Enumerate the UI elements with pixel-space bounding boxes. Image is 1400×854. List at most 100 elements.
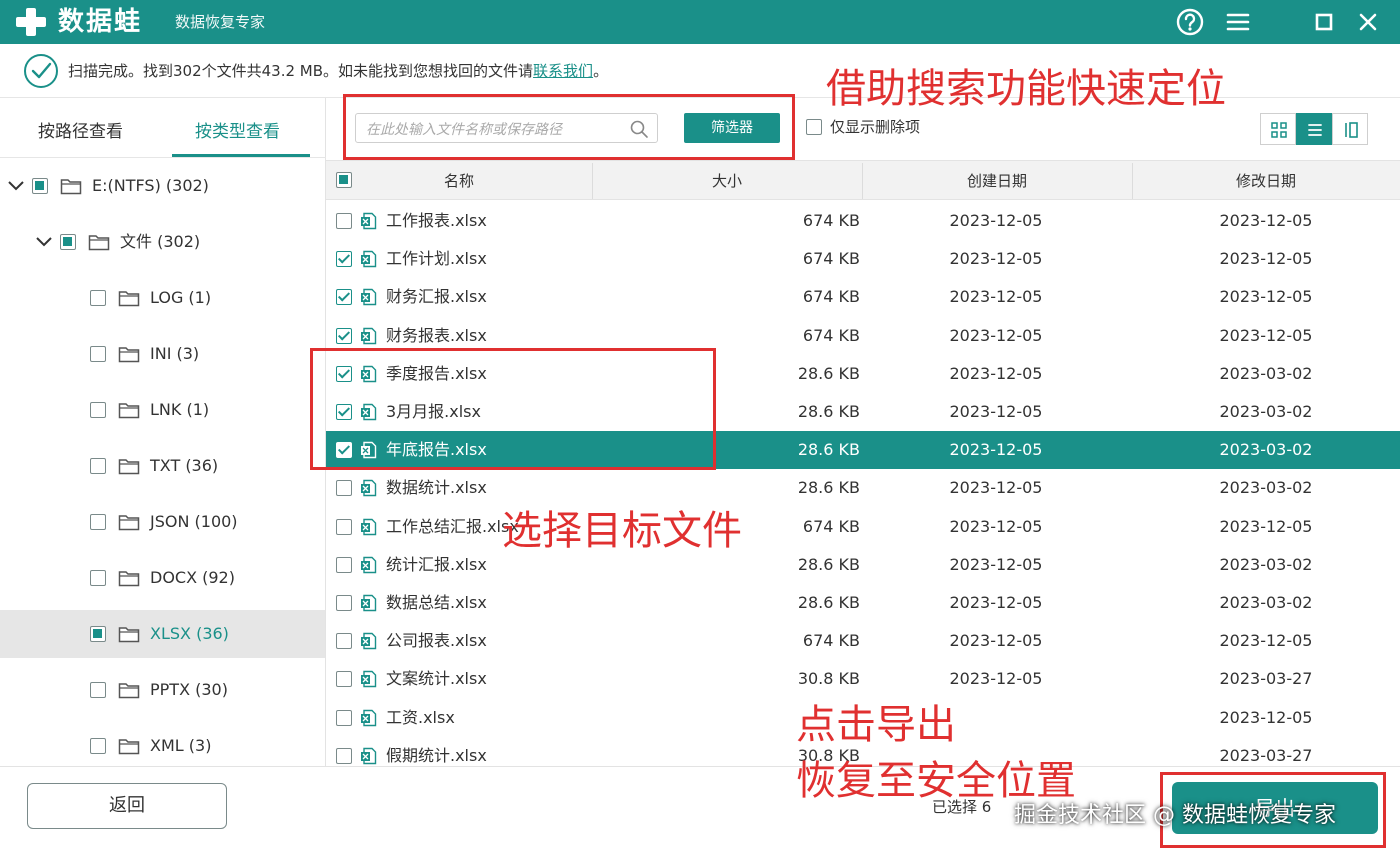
column-created[interactable]: 创建日期 xyxy=(862,161,1132,201)
row-checkbox[interactable] xyxy=(336,327,352,344)
tree-item[interactable]: JSON (100) xyxy=(0,498,325,546)
column-name[interactable]: 名称 xyxy=(326,161,592,201)
tree-item[interactable]: PPTX (30) xyxy=(0,666,325,714)
tree-item[interactable]: XLSX (36) xyxy=(0,610,325,658)
close-button[interactable] xyxy=(1352,6,1384,38)
table-row[interactable]: 公司报表.xlsx 674 KB 2023-12-05 2023-12-05 xyxy=(326,622,1400,660)
row-checkbox[interactable] xyxy=(336,633,352,650)
search-icon[interactable] xyxy=(629,119,649,139)
file-size: 28.6 KB xyxy=(797,593,860,612)
table-row[interactable]: 财务汇报.xlsx 674 KB 2023-12-05 2023-12-05 xyxy=(326,278,1400,316)
tree-item-checkbox[interactable] xyxy=(90,626,106,642)
folder-icon xyxy=(118,403,140,419)
column-view-button[interactable] xyxy=(1332,113,1368,145)
file-created-date: 2023-12-05 xyxy=(949,669,1043,689)
back-button[interactable]: 返回 xyxy=(27,783,227,829)
tree-item-checkbox[interactable] xyxy=(90,570,106,586)
table-row[interactable]: 工作计划.xlsx 674 KB 2023-12-05 2023-12-05 xyxy=(326,240,1400,278)
tree-item-checkbox[interactable] xyxy=(90,738,106,754)
row-checkbox[interactable] xyxy=(336,289,352,306)
table-row[interactable]: 季度报告.xlsx 28.6 KB 2023-12-05 2023-03-02 xyxy=(326,355,1400,393)
table-row[interactable]: 财务报表.xlsx 674 KB 2023-12-05 2023-12-05 xyxy=(326,317,1400,355)
file-size: 30.8 KB xyxy=(797,669,860,689)
tree-item[interactable]: LOG (1) xyxy=(0,274,325,322)
title-bar: 数据蛙 数据恢复专家 xyxy=(0,0,1400,44)
watermark: 掘金技术社区 @ 数据蛙恢复专家 xyxy=(1014,803,1336,828)
folder-icon xyxy=(118,515,140,531)
table-row[interactable]: 数据总结.xlsx 28.6 KB 2023-12-05 2023-03-02 xyxy=(326,584,1400,622)
row-checkbox[interactable] xyxy=(336,671,352,688)
excel-file-icon xyxy=(361,250,377,268)
tree-item-checkbox[interactable] xyxy=(32,178,48,194)
table-row[interactable]: 统计汇报.xlsx 28.6 KB 2023-12-05 2023-03-02 xyxy=(326,546,1400,584)
menu-button[interactable] xyxy=(1222,6,1254,38)
tree-item[interactable]: 文件 (302) xyxy=(0,218,325,266)
row-checkbox[interactable] xyxy=(336,251,352,268)
tree-item-checkbox[interactable] xyxy=(90,402,106,418)
chevron-down-icon[interactable] xyxy=(6,176,26,196)
column-view-icon xyxy=(1345,122,1358,138)
app-logo-icon xyxy=(14,6,48,38)
row-checkbox[interactable] xyxy=(336,365,352,382)
tree-item[interactable]: E:(NTFS) (302) xyxy=(0,162,325,210)
file-created-date: 2023-12-05 xyxy=(949,249,1043,269)
row-checkbox[interactable] xyxy=(336,518,352,535)
left-panel: 按路径查看 按类型查看 E:(NTFS) (302) 文件 (302) LOG (1… xyxy=(0,98,326,766)
grid-view-button[interactable] xyxy=(1260,113,1296,145)
file-size: 28.6 KB xyxy=(797,363,860,383)
row-checkbox[interactable] xyxy=(336,404,352,420)
file-size: 28.6 KB xyxy=(797,440,860,460)
list-view-icon xyxy=(1308,124,1322,136)
chevron-down-icon[interactable] xyxy=(34,232,54,252)
tree-item-checkbox[interactable] xyxy=(90,290,106,306)
tree-item-label: JSON (100) xyxy=(150,512,238,531)
file-size: 674 KB xyxy=(802,516,860,536)
file-created-date: 2023-12-05 xyxy=(949,554,1043,574)
tree-item[interactable]: XML (3) xyxy=(0,722,325,770)
contact-us-link[interactable]: 联系我们 xyxy=(533,62,593,80)
tree-item[interactable]: LNK (1) xyxy=(0,386,325,434)
table-row[interactable]: 文案统计.xlsx 30.8 KB 2023-12-05 2023-03-27 xyxy=(326,660,1400,698)
row-checkbox[interactable] xyxy=(336,556,352,573)
table-row[interactable]: 数据统计.xlsx 28.6 KB 2023-12-05 2023-03-02 xyxy=(326,469,1400,507)
row-checkbox[interactable] xyxy=(336,747,352,764)
file-size: 674 KB xyxy=(802,325,860,345)
tree-item-checkbox[interactable] xyxy=(90,346,106,362)
tree-item-checkbox[interactable] xyxy=(90,458,106,474)
excel-file-icon xyxy=(361,747,377,764)
file-size: 674 KB xyxy=(802,249,860,269)
file-modified-date: 2023-12-05 xyxy=(1219,707,1313,727)
row-checkbox[interactable] xyxy=(336,595,352,611)
row-checkbox[interactable] xyxy=(336,709,352,726)
app-name: 数据蛙 xyxy=(58,7,143,37)
table-row[interactable]: 3月月报.xlsx 28.6 KB 2023-12-05 2023-03-02 xyxy=(326,393,1400,431)
table-row[interactable]: 工资.xlsx 2023-12-05 xyxy=(326,699,1400,737)
tree-item[interactable]: INI (3) xyxy=(0,330,325,378)
filter-button[interactable]: 筛选器 xyxy=(684,113,780,143)
tree-item-checkbox[interactable] xyxy=(60,234,76,250)
file-modified-date: 2023-03-02 xyxy=(1219,402,1313,421)
table-row[interactable]: 工作总结汇报.xlsx 674 KB 2023-12-05 2023-12-05 xyxy=(326,508,1400,546)
search-input[interactable] xyxy=(366,118,626,140)
tree-item-label: XLSX (36) xyxy=(150,624,229,643)
table-row[interactable]: 年底报告.xlsx 28.6 KB 2023-12-05 2023-03-02 xyxy=(326,431,1400,470)
table-row[interactable]: 工作报表.xlsx 674 KB 2023-12-05 2023-12-05 xyxy=(326,202,1400,240)
column-modified[interactable]: 修改日期 xyxy=(1132,161,1400,201)
list-view-button[interactable] xyxy=(1296,113,1332,145)
row-checkbox[interactable] xyxy=(336,480,352,497)
help-button[interactable] xyxy=(1174,6,1206,38)
row-checkbox[interactable] xyxy=(336,213,352,229)
row-checkbox[interactable] xyxy=(336,442,352,459)
tree-item[interactable]: TXT (36) xyxy=(0,442,325,490)
file-created-date: 2023-12-05 xyxy=(949,287,1043,307)
tree-item-checkbox[interactable] xyxy=(90,682,106,698)
tree-item-checkbox[interactable] xyxy=(90,514,106,530)
only-deleted-checkbox[interactable] xyxy=(806,119,822,135)
tree-item-label: PPTX (30) xyxy=(150,680,228,699)
tree-item[interactable]: DOCX (92) xyxy=(0,554,325,602)
scan-status-bar: 扫描完成。找到302个文件共43.2 MB。如未能找到您想找回的文件请联系我们。 xyxy=(0,44,1400,98)
tab-view-by-path[interactable]: 按路径查看 xyxy=(38,120,123,144)
maximize-button[interactable] xyxy=(1308,6,1340,38)
tab-view-by-type[interactable]: 按类型查看 xyxy=(195,120,280,144)
column-size[interactable]: 大小 xyxy=(592,161,862,201)
